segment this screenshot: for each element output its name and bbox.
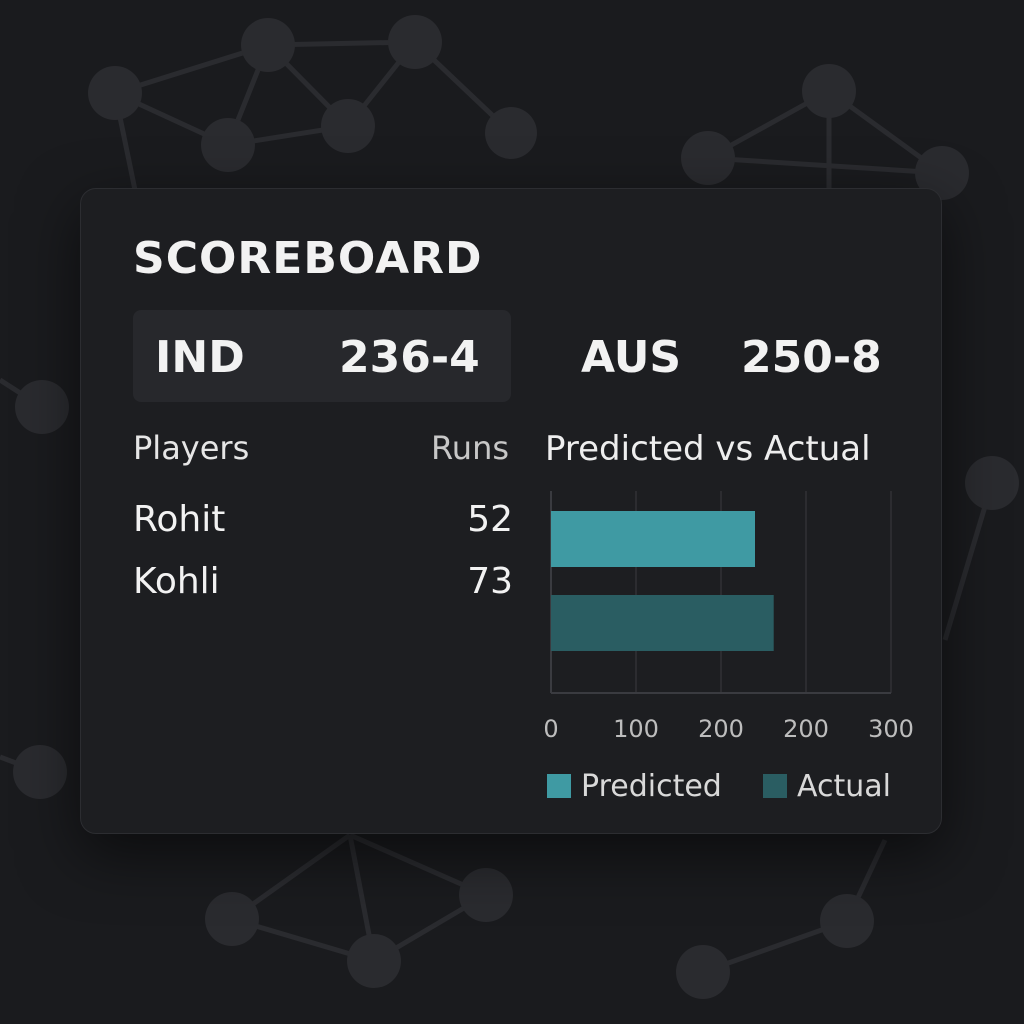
team-1-score: 236-4 [339, 332, 480, 383]
team-1-name: IND [155, 332, 245, 383]
scoreboard-card: SCOREBOARD IND 236-4 AUS 250-8 Players R… [80, 188, 942, 834]
scoreboard-title: SCOREBOARD [133, 233, 483, 284]
player-row[interactable]: Kohli 73 [133, 561, 513, 605]
chart-title: Predicted vs Actual [545, 429, 871, 469]
x-tick-label: 300 [868, 715, 914, 743]
team-2-score: 250-8 [741, 332, 882, 383]
legend-label-actual: Actual [797, 769, 891, 804]
player-runs: 73 [467, 561, 513, 602]
player-row[interactable]: Rohit 52 [133, 499, 513, 543]
runs-column-header: Runs [431, 429, 510, 467]
player-name: Rohit [133, 499, 226, 540]
legend-label-predicted: Predicted [581, 769, 722, 804]
team-2-score-box[interactable]: AUS 250-8 [581, 310, 901, 402]
bar-actual[interactable] [551, 595, 774, 651]
players-column-header: Players [133, 429, 250, 467]
predicted-vs-actual-chart: 0 100 200 200 300 [543, 491, 914, 743]
x-tick-label: 200 [783, 715, 829, 743]
bar-predicted[interactable] [551, 511, 755, 567]
team-2-name: AUS [581, 332, 682, 383]
player-runs: 52 [467, 499, 513, 540]
x-tick-label: 100 [613, 715, 659, 743]
app-screen: SCOREBOARD IND 236-4 AUS 250-8 Players R… [0, 0, 1024, 1024]
player-name: Kohli [133, 561, 220, 602]
legend-swatch-actual [763, 774, 787, 798]
x-tick-label: 200 [698, 715, 744, 743]
x-tick-label: 0 [543, 715, 558, 743]
team-1-score-box[interactable]: IND 236-4 [133, 310, 511, 402]
legend-swatch-predicted [547, 774, 571, 798]
